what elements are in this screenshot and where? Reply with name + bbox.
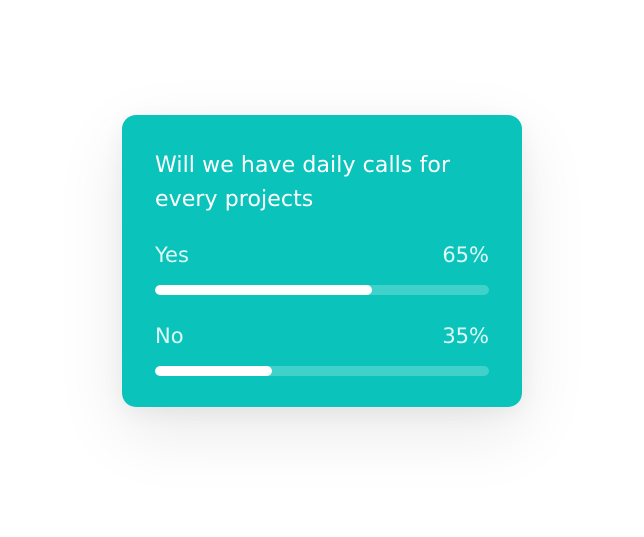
- poll-option-percent: 35%: [442, 324, 489, 348]
- poll-option-row: Yes 65%: [155, 240, 489, 270]
- poll-option-no[interactable]: No 35%: [155, 321, 489, 376]
- poll-option-row: No 35%: [155, 321, 489, 351]
- progress-fill: [155, 366, 272, 376]
- page: Will we have daily calls for every proje…: [0, 0, 644, 537]
- poll-card: Will we have daily calls for every proje…: [122, 115, 522, 407]
- progress-fill: [155, 285, 373, 295]
- progress-track: [155, 366, 489, 376]
- poll-question: Will we have daily calls for every proje…: [155, 153, 451, 212]
- poll-option-label: No: [155, 324, 184, 348]
- poll-option-label: Yes: [155, 243, 189, 267]
- progress-track: [155, 285, 489, 295]
- poll-option-percent: 65%: [442, 243, 489, 267]
- poll-option-yes[interactable]: Yes 65%: [155, 240, 489, 295]
